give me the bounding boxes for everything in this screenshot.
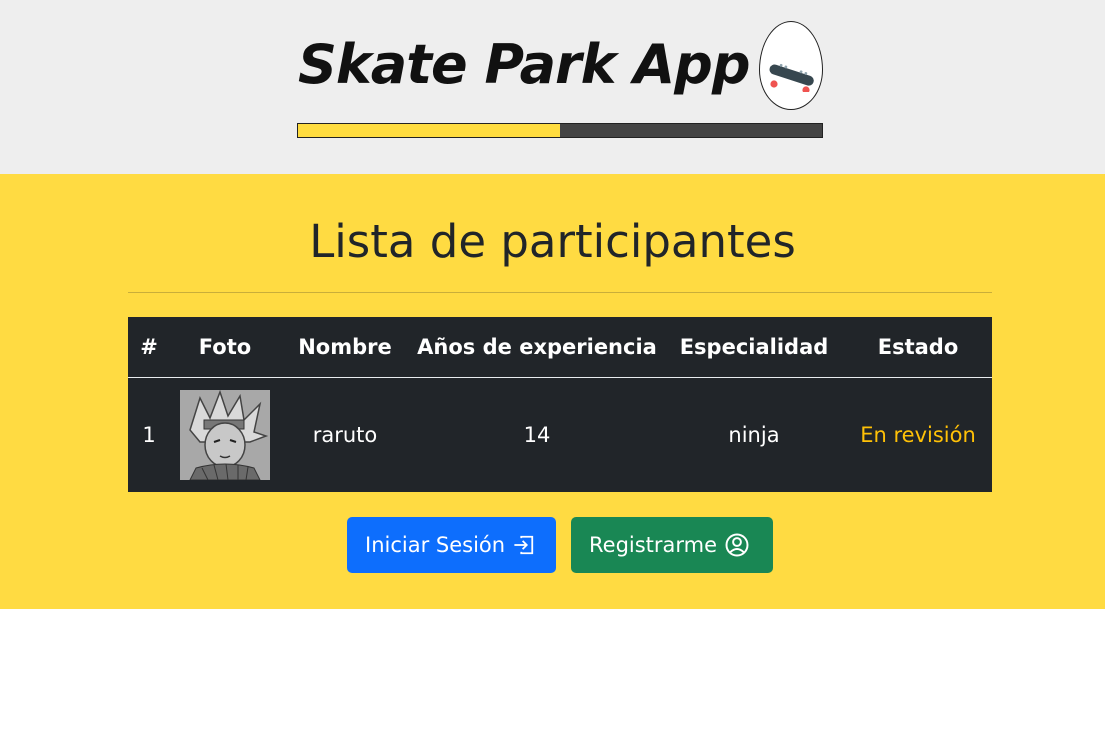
skateboard-logo	[759, 21, 823, 110]
cell-num: 1	[142, 422, 156, 447]
header-anos-experiencia: Años de experiencia	[410, 317, 664, 378]
person-circle-icon	[725, 533, 749, 557]
app-title: Skate Park App	[298, 33, 750, 96]
register-button-label: Registrarme	[589, 533, 718, 557]
cell-nombre: raruto	[312, 422, 378, 447]
page-title: Lista de participantes	[309, 215, 796, 268]
header-num: #	[128, 317, 170, 378]
participants-table: # Foto Nombre Años de experiencia Especi…	[128, 317, 992, 492]
header-especialidad: Especialidad	[664, 317, 844, 378]
header-nombre: Nombre	[280, 317, 410, 378]
progress-bar-fill	[298, 124, 560, 137]
login-button[interactable]: Iniciar Sesión	[347, 517, 556, 573]
participants-section: Lista de participantes # Foto Nombre Año…	[0, 174, 1105, 609]
register-button[interactable]: Registrarme	[571, 517, 773, 573]
table-header-row: # Foto Nombre Años de experiencia Especi…	[128, 317, 992, 378]
cell-especialidad: ninja	[728, 422, 780, 447]
status-badge: En revisión	[860, 422, 976, 447]
participant-photo	[180, 389, 270, 480]
progress-bar	[297, 123, 823, 138]
cell-anos-experiencia: 14	[523, 422, 551, 447]
login-button-label: Iniciar Sesión	[365, 533, 506, 557]
app-header: Skate Park App	[0, 0, 1105, 174]
divider	[128, 292, 992, 293]
box-arrow-in-right-icon	[513, 534, 535, 556]
cell-foto	[170, 377, 280, 492]
header-estado: Estado	[844, 317, 992, 378]
header-foto: Foto	[170, 317, 280, 378]
table-row: 1 raruto 14 ninja En revisión	[128, 377, 992, 492]
